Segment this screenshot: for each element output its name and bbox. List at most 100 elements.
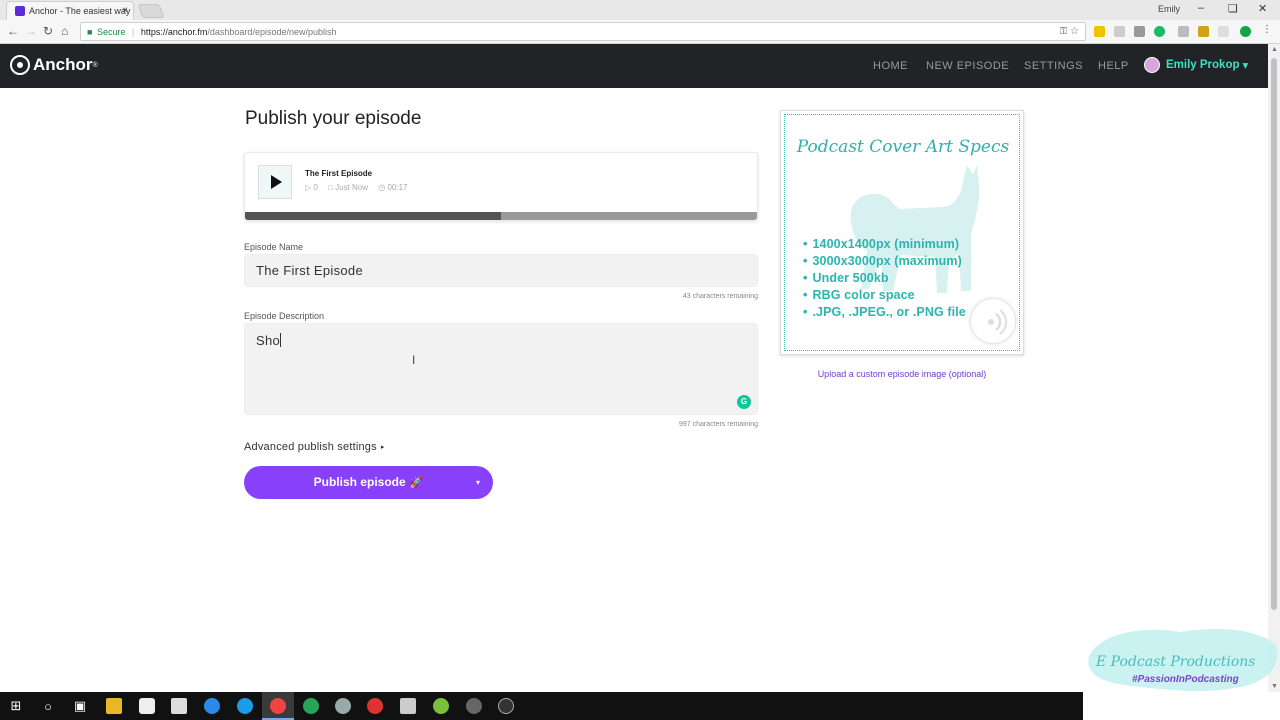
publish-date: □ Just Now <box>328 183 369 192</box>
chrome-menu-icon[interactable]: ⋮ <box>1262 24 1272 35</box>
caret-right-icon: ▸ <box>380 444 385 451</box>
extension-icon[interactable] <box>1114 26 1125 37</box>
advanced-publish-settings-toggle[interactable]: Advanced publish settings ▸ <box>244 441 385 453</box>
episode-description-textarea[interactable]: Sho <box>244 323 758 415</box>
app-icon[interactable] <box>303 698 319 714</box>
nav-help[interactable]: HELP <box>1098 60 1129 72</box>
minimize-icon[interactable]: – <box>1198 2 1204 14</box>
rocket-icon: 🚀 <box>409 477 424 489</box>
audio-progress-bar[interactable] <box>245 212 757 220</box>
windows-taskbar: ⊞ ○ ▣ <box>0 692 1083 720</box>
home-icon[interactable]: ⌂ <box>61 24 68 38</box>
nav-settings[interactable]: SETTINGS <box>1024 60 1083 72</box>
audio-progress-fill <box>245 212 501 220</box>
scroll-up-icon[interactable]: ▲ <box>1271 46 1278 53</box>
extension-icon[interactable] <box>1218 26 1229 37</box>
close-window-icon[interactable]: ✕ <box>1258 2 1267 15</box>
key-star-icon[interactable]: ⚿ ☆ <box>1060 26 1079 37</box>
publish-label: Publish episode <box>313 475 406 489</box>
windows-icon[interactable]: ⊞ <box>8 698 24 714</box>
secure-label: Secure <box>96 27 126 37</box>
episode-name-input[interactable]: The First Episode <box>244 254 758 287</box>
nav-home[interactable]: HOME <box>873 60 908 72</box>
lock-icon: ■ <box>87 27 93 37</box>
app-icon[interactable] <box>335 698 351 714</box>
restore-icon[interactable]: ❏ <box>1228 2 1238 15</box>
play-icon[interactable] <box>271 175 282 189</box>
extension-icon[interactable] <box>1178 26 1189 37</box>
browser-tab[interactable]: Anchor - The easiest way × <box>6 1 134 20</box>
profile-chip[interactable]: Emily <box>1158 4 1180 14</box>
watermark-title: E Podcast Productions <box>1096 654 1256 670</box>
avatar <box>1144 57 1160 73</box>
scrollbar-thumb[interactable] <box>1271 58 1277 610</box>
cover-spec-item: 3000x3000px (maximum) <box>803 254 966 268</box>
brand-registered-mark: ® <box>92 61 98 69</box>
episode-name-remaining: 43 characters remaining <box>682 293 758 300</box>
extension-icon[interactable] <box>1094 26 1105 37</box>
address-bar-row: ← → ↻ ⌂ ■ Secure | https://anchor.fm/das… <box>0 20 1280 44</box>
cover-spec-item: .JPG, .JPEG., or .PNG file <box>803 305 966 319</box>
app-icon[interactable] <box>433 698 449 714</box>
duration: ◷ 00:17 <box>378 183 408 192</box>
app-icon[interactable] <box>367 698 383 714</box>
text-caret <box>280 333 282 347</box>
url-input[interactable]: ■ Secure | https://anchor.fm/dashboard/e… <box>80 22 1086 41</box>
mouse-ibeam-cursor: I <box>412 353 416 367</box>
safari-icon[interactable] <box>204 698 220 714</box>
player-meta: ▷ 0 □ Just Now ◷ 00:17 <box>305 183 415 192</box>
tab-title: Anchor - The easiest way <box>29 6 131 16</box>
page-title: Publish your episode <box>245 108 422 129</box>
extension-icon[interactable] <box>1198 26 1209 37</box>
anchor-favicon-icon <box>15 6 25 16</box>
camera-icon[interactable] <box>139 698 155 714</box>
browser-tab-strip: Anchor - The easiest way × Emily – ❏ ✕ <box>0 0 1280 20</box>
anchor-logo[interactable]: Anchor ® <box>10 55 98 75</box>
reload-icon[interactable]: ↻ <box>43 24 53 38</box>
cover-spec-item: 1400x1400px (minimum) <box>803 237 966 251</box>
nav-new-episode[interactable]: NEW EPISODE <box>926 60 1009 72</box>
cover-art-title: Podcast Cover Art Specs <box>796 137 1010 157</box>
forward-icon[interactable]: → <box>25 24 37 38</box>
watermark-tag: #PassionInPodcasting <box>1132 674 1239 685</box>
player-episode-title: The First Episode <box>305 169 373 178</box>
upload-episode-image-link[interactable]: Upload a custom episode image (optional) <box>780 369 1024 379</box>
user-menu[interactable]: Emily Prokop ▾ <box>1144 57 1248 73</box>
new-tab-button[interactable] <box>137 4 165 18</box>
cover-art-image[interactable]: Podcast Cover Art Specs 1400x1400px (min… <box>780 110 1024 355</box>
anchor-watermark-icon <box>970 298 1016 344</box>
app-header: Anchor ® HOME NEW EPISODE SETTINGS HELP E… <box>0 44 1268 88</box>
episode-description-value: Sho <box>256 333 281 348</box>
episode-thumbnail[interactable] <box>258 165 292 199</box>
grammarly-icon[interactable]: G <box>737 395 751 409</box>
plays-count: ▷ 0 <box>305 183 318 192</box>
grammarly-extension-icon[interactable] <box>1154 26 1165 37</box>
file-explorer-icon[interactable] <box>106 698 122 714</box>
close-tab-icon[interactable]: × <box>122 5 128 16</box>
cover-specs-list: 1400x1400px (minimum) 3000x3000px (maxim… <box>803 237 966 322</box>
calculator-icon[interactable] <box>400 698 416 714</box>
cover-spec-item: RBG color space <box>803 288 966 302</box>
episode-player: The First Episode ▷ 0 □ Just Now ◷ 00:17 <box>244 152 758 221</box>
extension-icon[interactable] <box>1240 26 1251 37</box>
extension-icon[interactable] <box>1134 26 1145 37</box>
brand-name: Anchor <box>33 55 93 74</box>
store-icon[interactable] <box>171 698 187 714</box>
url-separator: | <box>132 27 135 37</box>
anchor-logo-icon <box>10 55 30 75</box>
chevron-down-icon: ▾ <box>1242 60 1249 72</box>
cover-spec-item: Under 500kb <box>803 271 966 285</box>
episode-name-label: Episode Name <box>244 242 304 252</box>
mail-icon[interactable] <box>237 698 253 714</box>
obs-icon[interactable] <box>498 698 514 714</box>
chrome-icon[interactable] <box>270 698 286 714</box>
publish-episode-button[interactable]: Publish episode 🚀 ▾ <box>244 466 493 499</box>
publish-options-caret-icon[interactable]: ▾ <box>476 466 480 499</box>
episode-description-label: Episode Description <box>244 311 325 321</box>
app-icon[interactable] <box>466 698 482 714</box>
task-view-icon[interactable]: ▣ <box>72 698 88 714</box>
search-icon[interactable]: ○ <box>40 698 56 714</box>
back-icon[interactable]: ← <box>7 24 19 38</box>
page-scrollbar[interactable]: ▲ ▼ <box>1268 44 1280 692</box>
advanced-settings-label: Advanced publish settings <box>244 441 377 453</box>
